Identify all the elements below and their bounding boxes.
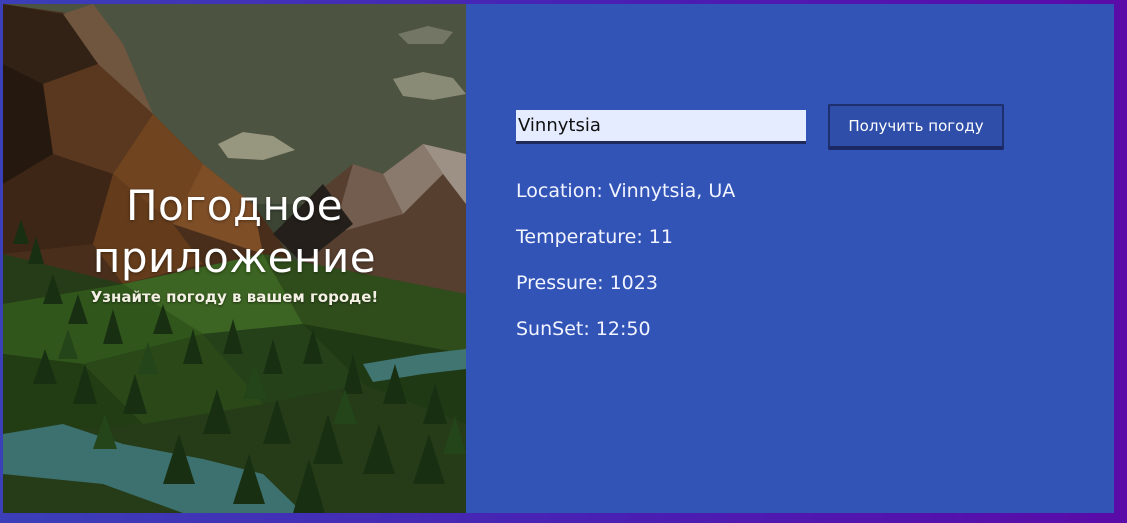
hero-text: Погодное приложение Узнайте погоду в ваш… — [3, 180, 466, 306]
app-title-line1: Погодное — [125, 181, 344, 230]
app-subtitle: Узнайте погоду в вашем городе! — [90, 288, 379, 306]
sunset-text: SunSet: 12:50 — [516, 318, 651, 340]
pressure-text: Pressure: 1023 — [516, 272, 658, 294]
city-input[interactable] — [516, 110, 806, 144]
app-title: Погодное приложение — [3, 180, 466, 284]
city-form: Получить погоду — [516, 104, 1004, 150]
weather-panel: Получить погоду Location: Vinnytsia, UA … — [466, 4, 1114, 513]
weather-results: Location: Vinnytsia, UA Temperature: 11 … — [516, 178, 735, 362]
location-text: Location: Vinnytsia, UA — [516, 180, 736, 202]
hero-banner: Погодное приложение Узнайте погоду в ваш… — [3, 4, 466, 513]
weather-app: Погодное приложение Узнайте погоду в ваш… — [3, 4, 1114, 513]
get-weather-button[interactable]: Получить погоду — [828, 104, 1004, 150]
app-title-line2: приложение — [92, 233, 377, 282]
temperature-text: Temperature: 11 — [516, 226, 673, 248]
